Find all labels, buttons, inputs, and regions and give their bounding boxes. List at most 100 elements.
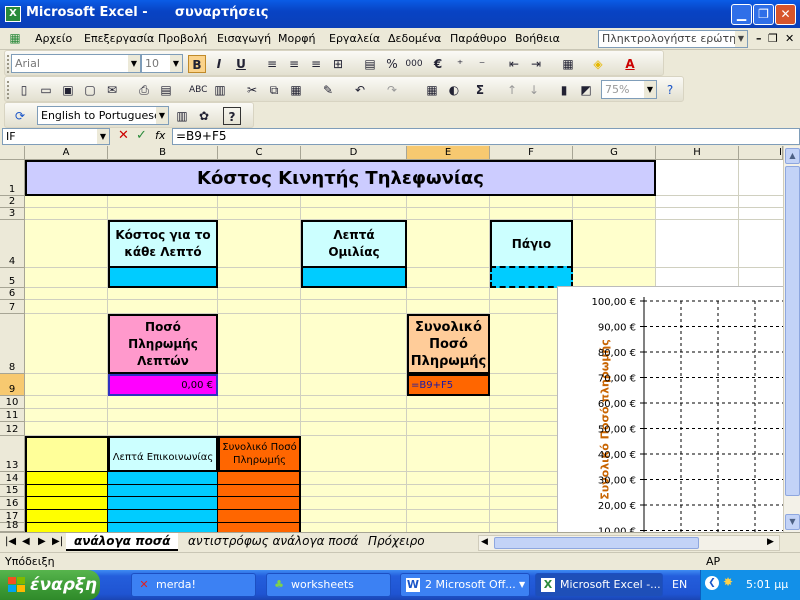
sort-ascending-icon[interactable]: ↑ bbox=[503, 81, 521, 99]
minimize-button[interactable]: ▁ bbox=[731, 4, 752, 25]
fixed-fee-input[interactable] bbox=[490, 266, 573, 288]
tab-proportional[interactable]: ανάλογα ποσά bbox=[66, 533, 179, 551]
row-header[interactable]: 14 bbox=[0, 472, 25, 485]
bold-button[interactable]: B bbox=[188, 55, 206, 73]
row-header[interactable]: 3 bbox=[0, 208, 25, 220]
column-header-h[interactable]: H bbox=[656, 146, 739, 160]
first-sheet-icon[interactable]: |◀ bbox=[5, 536, 16, 547]
menu-insert[interactable]: Εισαγωγή bbox=[217, 32, 271, 45]
row-header[interactable]: 12 bbox=[0, 422, 25, 436]
table-column-a[interactable] bbox=[25, 472, 108, 532]
scroll-down-button[interactable]: ▼ bbox=[785, 514, 800, 530]
row-header[interactable]: 10 bbox=[0, 396, 25, 409]
email-icon[interactable]: ✉ bbox=[103, 81, 121, 99]
scroll-right-icon[interactable]: ▶ bbox=[767, 537, 774, 547]
translate-icon[interactable]: ⟳ bbox=[11, 107, 29, 125]
insert-function-button[interactable]: fx bbox=[155, 129, 165, 142]
tab-inverse-proportional[interactable]: αντιστρόφως ανάλογα ποσά bbox=[180, 533, 366, 551]
menu-edit[interactable]: Επεξεργασία bbox=[84, 32, 154, 45]
autosum-button[interactable]: Σ bbox=[471, 81, 489, 99]
open-folder-icon[interactable]: ▭ bbox=[37, 81, 55, 99]
currency-style-icon[interactable]: ▤ bbox=[361, 55, 379, 73]
fill-color-icon[interactable]: ◈ bbox=[589, 55, 607, 73]
total-payment-table-header[interactable]: Συνολικό Ποσό Πληρωμής bbox=[218, 436, 301, 472]
task-merda[interactable]: ✕ merda! bbox=[131, 573, 256, 597]
translate-options-icon[interactable]: ✿ bbox=[195, 107, 213, 125]
total-payment-header[interactable]: Συνολικό Ποσό Πληρωμής bbox=[407, 314, 490, 374]
row-header[interactable]: 1 bbox=[0, 160, 25, 196]
minutes-payment-header[interactable]: Ποσό Πληρωμής Λεπτών bbox=[108, 314, 218, 374]
start-button[interactable]: έναρξη bbox=[0, 570, 100, 600]
font-size-select[interactable]: 10 ▼ bbox=[141, 54, 183, 73]
underline-button[interactable]: U bbox=[232, 55, 250, 73]
tray-expand-icon[interactable]: ❮ bbox=[705, 576, 719, 590]
row-header[interactable]: 2 bbox=[0, 196, 25, 208]
row-header[interactable]: 9 bbox=[0, 374, 25, 396]
zoom-select[interactable]: 75% ▼ bbox=[601, 80, 657, 99]
column-header-a[interactable]: A bbox=[25, 146, 108, 160]
toolbar-grip[interactable] bbox=[7, 55, 10, 73]
clock[interactable]: 5:01 μμ bbox=[746, 578, 788, 591]
save-icon[interactable]: ▣ bbox=[59, 81, 77, 99]
chevron-down-icon[interactable]: ▼ bbox=[735, 31, 747, 47]
decrease-decimal-icon[interactable]: ⁻ bbox=[473, 55, 491, 73]
row-header[interactable]: 15 bbox=[0, 485, 25, 497]
insert-hyperlink-icon[interactable]: ▦ bbox=[423, 81, 441, 99]
italic-button[interactable]: I bbox=[210, 55, 228, 73]
align-center-icon[interactable]: ≡ bbox=[285, 55, 303, 73]
format-painter-icon[interactable]: ✎ bbox=[319, 81, 337, 99]
decrease-indent-icon[interactable]: ⇤ bbox=[505, 55, 523, 73]
menu-file[interactable]: Αρχείο bbox=[35, 32, 72, 45]
tray-security-icon[interactable]: ✸ bbox=[723, 575, 733, 589]
select-all-corner[interactable] bbox=[0, 146, 25, 160]
vertical-scrollbar[interactable]: ▲ ▼ bbox=[783, 146, 800, 532]
paste-icon[interactable]: ▦ bbox=[287, 81, 305, 99]
row-header[interactable]: 7 bbox=[0, 300, 25, 314]
task-worksheets[interactable]: ♣ worksheets bbox=[266, 573, 391, 597]
enter-icon[interactable]: ✓ bbox=[136, 128, 147, 143]
excel-app-icon[interactable]: X bbox=[5, 6, 21, 22]
redo-icon[interactable]: ↷ bbox=[383, 81, 401, 99]
print-preview-icon[interactable]: ▤ bbox=[157, 81, 175, 99]
cost-per-minute-input[interactable] bbox=[108, 266, 218, 288]
menu-window[interactable]: Παράθυρο bbox=[450, 32, 507, 45]
font-color-icon[interactable]: A bbox=[621, 55, 639, 73]
row-header[interactable]: 13 bbox=[0, 436, 25, 472]
translate-language-select[interactable]: English to Portuguese ▼ bbox=[37, 106, 169, 125]
last-sheet-icon[interactable]: ▶| bbox=[52, 536, 63, 547]
row-header[interactable]: 16 bbox=[0, 497, 25, 510]
column-header-d[interactable]: D bbox=[301, 146, 407, 160]
euro-button[interactable]: € bbox=[429, 55, 447, 73]
undo-icon[interactable]: ↶ bbox=[351, 81, 369, 99]
merge-center-icon[interactable]: ⊞ bbox=[329, 55, 347, 73]
chevron-down-icon[interactable]: ▼ bbox=[97, 129, 109, 144]
workbook-icon[interactable]: ▦ bbox=[6, 29, 24, 47]
chevron-down-icon[interactable]: ▼ bbox=[128, 55, 140, 72]
menu-view[interactable]: Προβολή bbox=[158, 32, 207, 45]
task-excel[interactable]: X Microsoft Excel -... bbox=[535, 573, 663, 597]
row-header[interactable]: 18 bbox=[0, 520, 25, 532]
formula-input[interactable]: =B9+F5 bbox=[172, 128, 800, 145]
cut-icon[interactable]: ✂ bbox=[243, 81, 261, 99]
chart-area[interactable]: Συνολικό Ποσό πληρωμής 100,00 €90,00 €80… bbox=[557, 286, 800, 533]
align-left-icon[interactable]: ≡ bbox=[263, 55, 281, 73]
chart-icon[interactable]: ▮ bbox=[555, 81, 573, 99]
vertical-scroll-thumb[interactable] bbox=[785, 166, 800, 496]
column-header-c[interactable]: C bbox=[218, 146, 301, 160]
comma-style-button[interactable]: 000 bbox=[405, 55, 423, 73]
cancel-icon[interactable]: ✕ bbox=[118, 128, 129, 143]
menu-data[interactable]: Δεδομένα bbox=[388, 32, 441, 45]
row-header[interactable]: 4 bbox=[0, 220, 25, 268]
doc-minimize-button[interactable]: – bbox=[756, 32, 762, 45]
minutes-payment-value-cell[interactable]: 0,00 € bbox=[108, 374, 218, 396]
talk-minutes-header[interactable]: Λεπτά Ομιλίας bbox=[301, 220, 407, 268]
scroll-up-button[interactable]: ▲ bbox=[785, 148, 800, 164]
column-header-e[interactable]: E bbox=[407, 146, 490, 160]
doc-close-button[interactable]: ✕ bbox=[785, 32, 794, 45]
help-search-input[interactable]: Πληκτρολογήστε ερώτηση ▼ bbox=[598, 30, 748, 48]
comm-minutes-header[interactable]: Λεπτά Επικοινωνίας bbox=[108, 436, 218, 472]
fixed-fee-header[interactable]: Πάγιο bbox=[490, 220, 573, 268]
font-name-select[interactable]: Arial ▼ bbox=[11, 54, 141, 73]
increase-decimal-icon[interactable]: ⁺ bbox=[451, 55, 469, 73]
sort-descending-icon[interactable]: ↓ bbox=[525, 81, 543, 99]
